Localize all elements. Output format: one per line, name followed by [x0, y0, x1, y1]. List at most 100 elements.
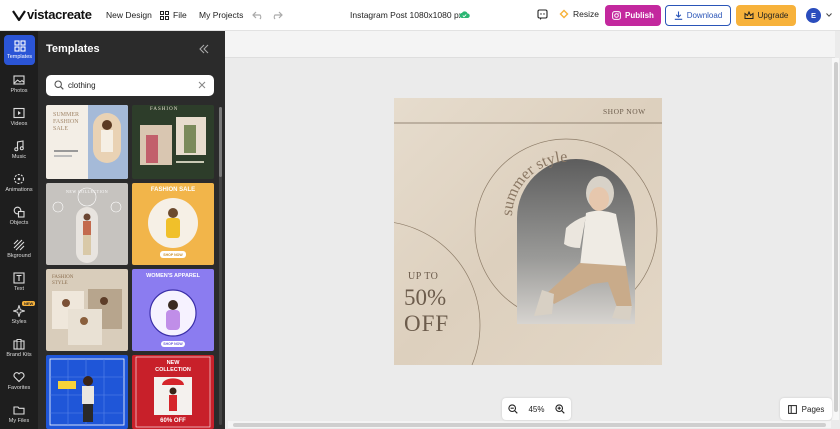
canvas-horizontal-scrollbar[interactable]	[233, 423, 826, 427]
new-badge: NEW	[22, 301, 36, 306]
publish-label: Publish	[625, 11, 654, 20]
cloud-saved-icon	[459, 11, 470, 18]
template-text: FASHION SALE	[150, 187, 196, 193]
template-thumbnail[interactable]: FASHION SALE SHOP NOW	[132, 183, 214, 265]
folder-icon	[13, 406, 25, 415]
rail-item-templates[interactable]: Templates	[4, 35, 35, 65]
template-text: FASHION	[53, 119, 79, 125]
template-text: SUMMER	[53, 112, 80, 118]
off-text: OFF	[404, 311, 450, 336]
new-design-menu[interactable]: New Design	[106, 10, 152, 20]
file-menu-label: File	[173, 10, 187, 20]
rail-label: Bkground	[7, 253, 31, 259]
crown-icon	[744, 11, 754, 19]
template-thumbnail[interactable]: FASHION STYLE	[46, 269, 128, 351]
template-6-preview	[149, 289, 197, 347]
my-projects-link[interactable]: My Projects	[199, 10, 243, 20]
pages-button[interactable]: Pages	[780, 398, 832, 420]
rail-item-background[interactable]: Bkground	[0, 234, 38, 264]
redo-icon[interactable]	[271, 10, 283, 20]
canvas-vertical-scrollbar[interactable]	[834, 62, 838, 412]
undo-icon[interactable]	[252, 10, 264, 20]
download-button[interactable]: Download	[665, 5, 731, 26]
zoom-level[interactable]: 45%	[528, 405, 544, 414]
rail-item-styles[interactable]: NEW Styles	[0, 300, 38, 330]
up-to-text: UP TO	[408, 271, 439, 282]
photo-icon	[13, 75, 25, 85]
template-text: SHOP NOW	[163, 253, 183, 257]
vistacreate-logo[interactable]: vistacreate	[12, 7, 92, 22]
zoom-control: 45%	[502, 398, 571, 420]
user-avatar[interactable]: E	[806, 8, 821, 23]
template-thumbnail[interactable]: SUMMER FASHION SALE	[46, 105, 128, 179]
templates-panel: Templates SUMMER FASHION	[38, 31, 225, 429]
rail-item-animations[interactable]: Animations	[0, 168, 38, 198]
template-text: SALE	[53, 126, 68, 132]
search-icon	[54, 80, 64, 90]
template-3-preview	[52, 187, 122, 263]
rail-item-text[interactable]: Text	[0, 267, 38, 297]
file-menu[interactable]: File	[160, 10, 187, 20]
zoom-out-icon[interactable]	[508, 404, 518, 414]
discount-percent-text: 50%	[404, 285, 447, 310]
feedback-icon[interactable]	[537, 9, 548, 21]
rail-item-brand-kits[interactable]: Brand Kits	[0, 333, 38, 363]
rail-label: Styles	[11, 319, 27, 325]
styles-icon	[13, 305, 25, 317]
template-text: FASHION	[150, 107, 179, 112]
objects-icon	[13, 206, 25, 218]
logo-mark-icon	[12, 9, 26, 21]
template-2-preview	[140, 117, 206, 165]
download-icon	[674, 11, 682, 20]
rail-label: Videos	[10, 121, 28, 127]
rail-label: Animations	[5, 187, 33, 193]
upgrade-label: Upgrade	[757, 11, 789, 20]
upgrade-button[interactable]: Upgrade	[736, 5, 796, 26]
template-thumbnail[interactable]: NEW COLLECTION 60% OFF	[132, 355, 214, 429]
template-text: STYLE	[52, 281, 68, 286]
pages-label: Pages	[801, 404, 825, 414]
rail-item-my-files[interactable]: My Files	[0, 399, 38, 429]
publish-button[interactable]: Publish	[605, 5, 661, 26]
template-text: WOMEN'S APPAREL	[146, 273, 200, 279]
document-title[interactable]: Instagram Post 1080x1080 px	[350, 10, 463, 20]
clear-search-icon[interactable]	[198, 81, 206, 89]
zoom-in-icon[interactable]	[555, 404, 565, 414]
template-thumbnail[interactable]	[46, 355, 128, 429]
panel-title: Templates	[46, 43, 100, 55]
resize-button[interactable]: Resize	[559, 9, 599, 19]
template-search	[46, 75, 214, 96]
resize-label: Resize	[573, 9, 599, 19]
rail-label: Music	[11, 154, 27, 160]
template-thumbnail[interactable]: NEW COLLECTION	[46, 183, 128, 265]
grid-icon	[160, 10, 169, 20]
canvas-toolbar-strip	[225, 31, 835, 58]
diamond-resize-icon	[559, 9, 569, 19]
chevron-down-icon[interactable]	[826, 13, 832, 17]
animation-icon	[13, 173, 25, 185]
rail-label: Photos	[10, 88, 28, 94]
template-7-preview	[49, 358, 125, 426]
template-text: 60% OFF	[160, 418, 186, 424]
shop-now-link[interactable]: SHOP NOW	[603, 107, 646, 116]
left-rail: Templates Photos Videos Music Animations	[0, 31, 38, 429]
rail-label: My Files	[8, 418, 30, 424]
template-text: COLLECTION	[155, 366, 191, 373]
rail-item-music[interactable]: Music	[0, 135, 38, 165]
brand-kit-icon	[13, 339, 25, 350]
heart-icon	[13, 372, 25, 383]
template-thumbnail[interactable]: WOMEN'S APPAREL SHOP NOW	[132, 269, 214, 351]
template-thumbnail[interactable]: FASHION	[132, 105, 214, 179]
collapse-panel-icon[interactable]	[199, 44, 209, 54]
rail-label: Text	[13, 286, 25, 292]
panel-scrollbar[interactable]	[219, 107, 222, 177]
search-input[interactable]	[68, 78, 194, 93]
rail-item-favorites[interactable]: Favorites	[0, 366, 38, 396]
text-icon	[13, 272, 25, 284]
rail-item-objects[interactable]: Objects	[0, 201, 38, 231]
rail-item-videos[interactable]: Videos	[0, 102, 38, 132]
template-grid: SUMMER FASHION SALE FASHION NEW COLLECTI…	[46, 105, 216, 429]
rail-label: Brand Kits	[6, 352, 32, 358]
rail-item-photos[interactable]: Photos	[0, 69, 38, 99]
design-canvas[interactable]: summer style SHOP NOW UP TO 50% OFF	[394, 98, 662, 365]
